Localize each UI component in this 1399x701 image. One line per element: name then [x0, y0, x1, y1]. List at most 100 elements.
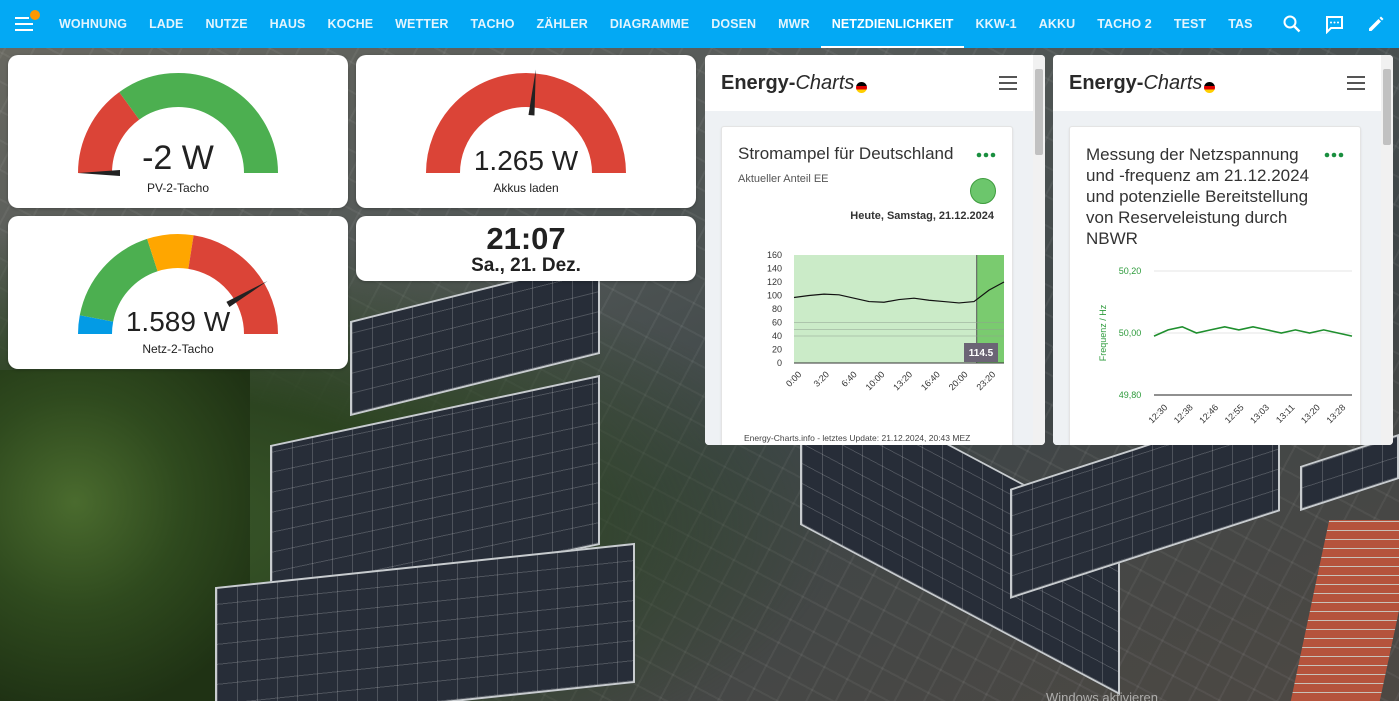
y-axis-label: Frequenz / Hz [1098, 304, 1108, 361]
netzfrequenz-card: Messung der Netzspannung und -frequenz a… [1069, 126, 1361, 445]
x-tick-label: 6:40 [839, 369, 858, 388]
stromampel-card: Stromampel für Deutschland Aktueller Ant… [721, 126, 1013, 445]
tab-dosen[interactable]: DOSEN [700, 0, 767, 48]
x-tick-label: 13:20 [891, 369, 914, 392]
tab-wohnung[interactable]: WOHNUNG [48, 0, 138, 48]
scrollbar[interactable] [1381, 55, 1393, 445]
chart-subtitle: Aktueller Anteil EE [738, 173, 829, 185]
chart-title: Messung der Netzspannung und -frequenz a… [1086, 145, 1310, 248]
tab-nutze[interactable]: NUTZE [195, 0, 259, 48]
tab-tacho[interactable]: TACHO [460, 0, 526, 48]
gauge-value: 1.265 W [473, 145, 579, 176]
ec-header: Energy-Charts [705, 55, 1045, 111]
x-tick-label: 16:40 [919, 369, 942, 392]
gauge-label: PV-2-Tacho [146, 181, 210, 195]
tab-mwr[interactable]: MWR [767, 0, 821, 48]
x-tick-label: 13:11 [1274, 402, 1297, 425]
gauge-label: Akkus laden [493, 181, 559, 195]
tab-test[interactable]: TEST [1163, 0, 1217, 48]
gauge-card-pv2[interactable]: -2 W PV-2-Tacho [8, 55, 348, 208]
tab-lade[interactable]: LADE [138, 0, 194, 48]
x-tick-label: 13:20 [1299, 402, 1322, 425]
notification-dot [30, 10, 40, 20]
x-tick-label: 12:55 [1223, 402, 1246, 425]
x-tick-label: 23:20 [974, 369, 997, 392]
pencil-icon [1369, 16, 1384, 31]
clock-time: 21:07 [486, 221, 566, 256]
netzfrequenz-chart: 50,2050,0049,80Frequenz / Hz12:30 12:38 12… [1098, 266, 1353, 425]
more-options-icon[interactable] [976, 152, 996, 158]
tab-z-hler[interactable]: ZÄHLER [526, 0, 599, 48]
edit-dashboard-button[interactable] [1365, 13, 1387, 35]
y-tick-label: 0 [777, 358, 782, 368]
x-tick-label: 3:20 [812, 369, 831, 388]
background-brick-wall [1290, 520, 1399, 701]
tab-diagramme[interactable]: DIAGRAMME [599, 0, 700, 48]
chart-date: Heute, Samstag, 21.12.2024 [850, 210, 994, 222]
y-tick-label: 50,20 [1119, 266, 1142, 276]
scrollbar[interactable] [1033, 55, 1045, 445]
energy-charts-logo: Energy-Charts [1069, 71, 1203, 94]
y-tick-label: 50,00 [1119, 328, 1142, 338]
y-tick-label: 100 [767, 291, 782, 301]
x-tick-label: 0:00 [784, 369, 803, 388]
germany-flag-icon [856, 81, 868, 93]
x-tick-label: 12:46 [1197, 402, 1220, 425]
x-tick-label: 13:03 [1248, 402, 1271, 425]
more-options-icon[interactable] [1324, 152, 1344, 158]
y-tick-label: 49,80 [1119, 390, 1142, 400]
traffic-light-indicator [970, 178, 996, 204]
assist-button[interactable] [1323, 13, 1345, 35]
hamburger-menu-icon[interactable] [999, 76, 1017, 90]
search-icon [1283, 15, 1301, 33]
gauge-card-akkus[interactable]: 1.265 W Akkus laden [356, 55, 696, 208]
y-tick-label: 40 [772, 331, 782, 341]
tab-kkw-1[interactable]: KKW-1 [964, 0, 1027, 48]
tab-haus[interactable]: HAUS [259, 0, 317, 48]
x-tick-label: 12:38 [1172, 402, 1195, 425]
value-badge-label: 114.5 [969, 348, 994, 359]
chart-footer: Energy-Charts.info - letztes Update: 21.… [744, 433, 971, 443]
stromampel-chart: 160 140 120 100 80 60 40 20 00:00 3:20 6:40 10:00 13… [767, 250, 1005, 392]
energy-charts-frame-2[interactable]: Energy-Charts Messung der Netzspannung u… [1053, 55, 1393, 445]
y-tick-label: 160 [767, 250, 782, 260]
menu-icon [15, 17, 33, 31]
top-app-bar: WOHNUNG LADE NUTZE HAUS KOCHE WETTER TACHO ZÄHL… [0, 0, 1399, 48]
tab-koche[interactable]: KOCHE [317, 0, 385, 48]
y-tick-label: 140 [767, 264, 782, 274]
tab-akku[interactable]: AKKU [1028, 0, 1087, 48]
y-tick-label: 60 [772, 318, 782, 328]
tab-wetter[interactable]: WETTER [384, 0, 459, 48]
gauge-segment [147, 234, 194, 272]
tab-tacho-2[interactable]: TACHO 2 [1086, 0, 1163, 48]
hamburger-menu-icon[interactable] [1347, 76, 1365, 90]
windows-activation-watermark: Windows aktivieren [1046, 690, 1158, 701]
ec-header: Energy-Charts [1053, 55, 1393, 111]
clock-date: Sa., 21. Dez. [471, 255, 581, 276]
background-trees [0, 370, 250, 701]
chat-icon [1325, 15, 1343, 34]
y-tick-label: 120 [767, 277, 782, 287]
x-tick-label: 13:28 [1324, 402, 1347, 425]
y-tick-label: 80 [772, 304, 782, 314]
chart-title: Stromampel für Deutschland [738, 144, 954, 163]
series-line [1153, 325, 1353, 337]
x-tick-label: 12:30 [1146, 402, 1169, 425]
background-solar-panel [1300, 433, 1399, 512]
gauge-card-netz2[interactable]: 1.589 W Netz-2-Tacho [8, 216, 348, 369]
tab-netzdienlichkeit[interactable]: NETZDIENLICHKEIT [820, 0, 965, 48]
gauge-label: Netz-2-Tacho [142, 342, 214, 356]
x-tick-label: 20:00 [947, 369, 970, 392]
gauge-value: -2 W [142, 139, 214, 177]
germany-flag-icon [1204, 81, 1216, 93]
x-tick-label: 10:00 [864, 369, 887, 392]
tab-tas[interactable]: TAS [1217, 0, 1263, 48]
view-tabs: WOHNUNG LADE NUTZE HAUS KOCHE WETTER TACHO ZÄHL… [48, 0, 1264, 48]
search-button[interactable] [1281, 13, 1303, 35]
energy-charts-frame-1[interactable]: Energy-Charts Stromampel für Deutschland… [705, 55, 1045, 445]
energy-charts-logo: Energy-Charts [721, 71, 855, 94]
y-tick-label: 20 [772, 345, 782, 355]
clock-card: 21:07 Sa., 21. Dez. [356, 216, 696, 281]
menu-button[interactable] [0, 0, 48, 48]
gauge-value: 1.589 W [125, 306, 231, 337]
